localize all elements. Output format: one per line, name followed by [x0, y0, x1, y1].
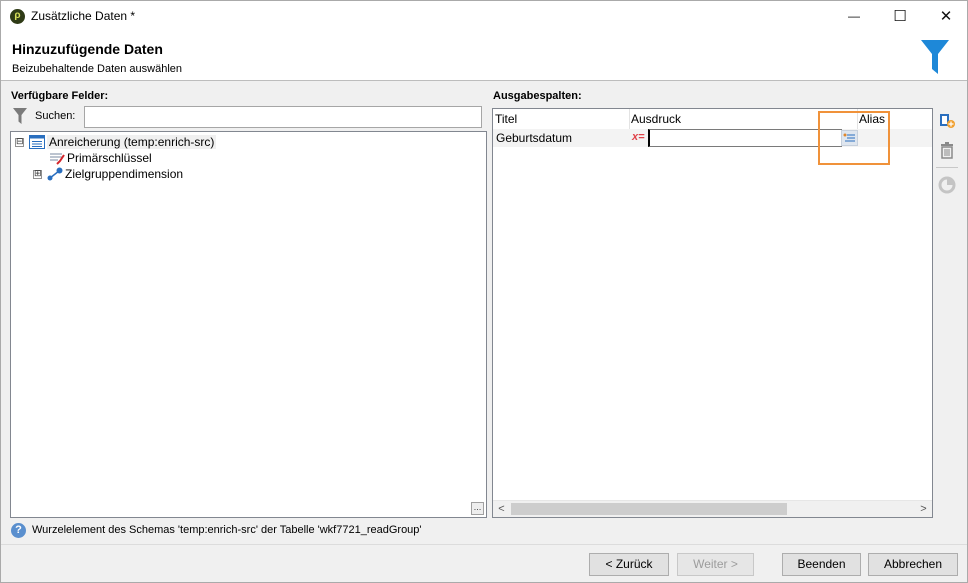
grid-header: Titel Ausdruck Alias [493, 109, 932, 129]
filter-icon [13, 108, 27, 124]
column-header-expression[interactable]: Ausdruck [631, 112, 681, 126]
table-node-icon [29, 135, 45, 149]
scrollbar-thumb[interactable] [511, 503, 787, 515]
tree-node-target-dimension[interactable]: ⊞ Zielgruppendimension [33, 166, 183, 182]
column-divider[interactable] [629, 109, 630, 129]
output-columns-grid[interactable]: Titel Ausdruck Alias Geburtsdatum x= < > [492, 108, 933, 518]
wizard-header: Hinzuzufügende Daten Beizubehaltende Dat… [1, 31, 967, 81]
search-label: Suchen: [35, 110, 76, 122]
minimize-icon: — [848, 9, 860, 23]
column-header-title[interactable]: Titel [495, 112, 517, 126]
finish-button[interactable]: Beenden [782, 553, 861, 576]
scroll-left-icon[interactable]: < [493, 502, 510, 517]
expression-editor-button[interactable] [841, 130, 858, 146]
distribution-icon[interactable] [938, 176, 956, 194]
window-title: Zusätzliche Daten * [31, 9, 136, 23]
tree-node-primary-key[interactable]: Primärschlüssel [49, 150, 152, 166]
horizontal-scrollbar[interactable]: < > [493, 500, 932, 517]
title-bar: ρ Zusätzliche Daten * — ☐ ✕ [1, 1, 967, 31]
available-fields-label: Verfügbare Felder: [11, 90, 109, 102]
primary-key-icon [50, 153, 65, 165]
funnel-icon [921, 40, 949, 74]
column-divider[interactable] [857, 109, 858, 129]
expand-icon[interactable]: ⊞ [33, 169, 42, 179]
tree-node-label: Primärschlüssel [67, 151, 152, 165]
help-icon: ? [11, 523, 26, 538]
maximize-icon: ☐ [893, 8, 907, 25]
search-input[interactable] [84, 106, 482, 128]
field-tree[interactable]: ⊟ Anreicherung (temp:enrich-src) Primärs… [10, 131, 487, 518]
expression-input[interactable] [648, 129, 842, 147]
page-subtitle: Beizubehaltende Daten auswählen [12, 63, 183, 75]
add-column-icon[interactable] [938, 112, 956, 130]
column-header-alias[interactable]: Alias [859, 112, 885, 126]
close-icon: ✕ [939, 8, 953, 25]
maximize-button[interactable]: ☐ [877, 1, 923, 31]
expression-icon: x= [632, 131, 645, 143]
edit-expression-icon [843, 133, 855, 142]
tree-node-label: Anreicherung (temp:enrich-src) [47, 135, 217, 149]
toolbar-divider [936, 167, 958, 168]
status-message: Wurzelelement des Schemas 'temp:enrich-s… [32, 524, 422, 536]
back-button[interactable]: < Zurück [589, 553, 669, 576]
tree-node-enrichment[interactable]: ⊟ Anreicherung (temp:enrich-src) [15, 134, 217, 150]
more-options-button[interactable]: … [471, 502, 484, 515]
dialog-window: ρ Zusätzliche Daten * — ☐ ✕ Hinzuzufügen… [0, 0, 968, 583]
delete-icon[interactable] [938, 141, 956, 159]
cancel-button[interactable]: Abbrechen [868, 553, 958, 576]
footer-divider [1, 544, 967, 545]
collapse-icon[interactable]: ⊟ [15, 137, 24, 147]
page-title: Hinzuzufügende Daten [12, 41, 163, 57]
close-button[interactable]: ✕ [923, 1, 968, 31]
minimize-button[interactable]: — [831, 1, 877, 31]
next-button[interactable]: Weiter > [677, 553, 754, 576]
scroll-right-icon[interactable]: > [915, 502, 932, 517]
table-row[interactable]: Geburtsdatum x= [493, 129, 932, 147]
output-columns-label: Ausgabespalten: [493, 90, 582, 102]
tree-node-label: Zielgruppendimension [65, 167, 184, 181]
cell-title[interactable]: Geburtsdatum [496, 131, 572, 145]
link-icon [47, 167, 63, 181]
app-logo-icon: ρ [10, 8, 25, 24]
